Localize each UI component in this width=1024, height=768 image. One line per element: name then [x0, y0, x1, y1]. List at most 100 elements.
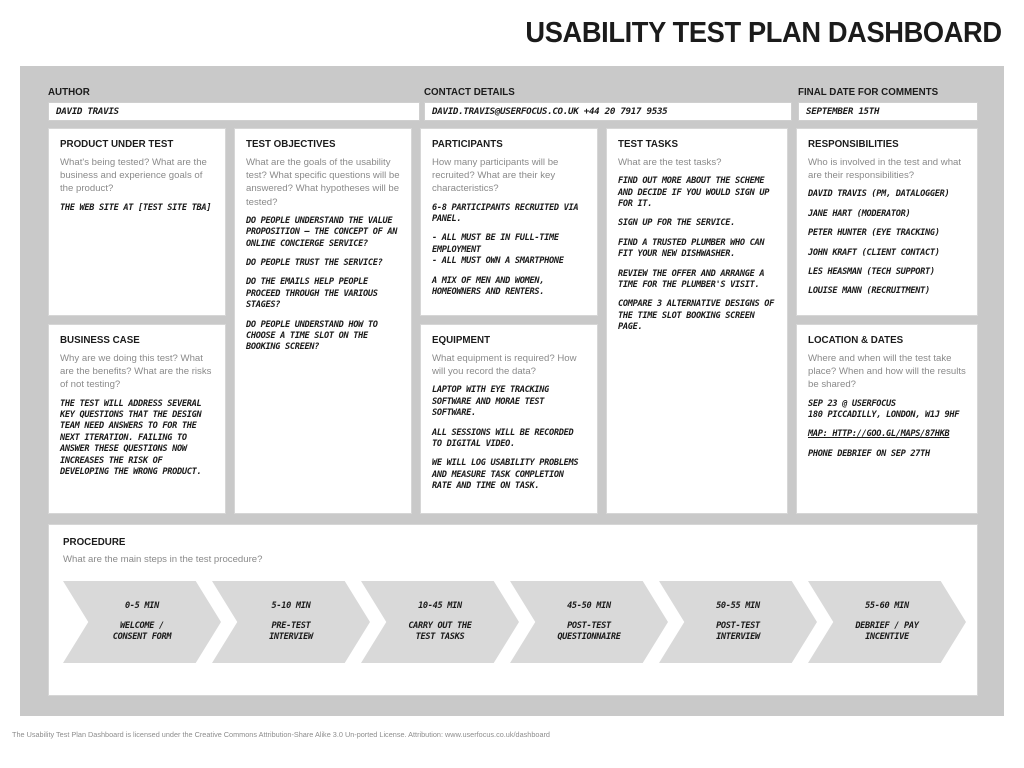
card-title: PARTICIPANTS	[432, 138, 503, 150]
card-answers: DO PEOPLE UNDERSTAND THE VALUE PROPOSITI…	[246, 216, 400, 354]
answer-line: DO PEOPLE TRUST THE SERVICE?	[246, 258, 383, 269]
contact-input[interactable]: DAVID.TRAVIS@USERFOCUS.CO.UK +44 20 7917…	[424, 102, 792, 121]
answer-line: DAVID TRAVIS (PM, DATALOGGER)	[808, 189, 950, 200]
identity-row: AUTHOR DAVID TRAVIS CONTACT DETAILS DAVI…	[20, 66, 1004, 122]
card-prompt: Why are we doing this test? What are the…	[60, 353, 212, 391]
procedure-step[interactable]: 45-50 MIN POST-TEST QUESTIONNAIRE	[510, 581, 668, 663]
card-test-objectives[interactable]: TEST OBJECTIVES What are the goals of th…	[234, 128, 412, 514]
contact-label: CONTACT DETAILS	[424, 86, 515, 98]
card-title: TEST TASKS	[618, 138, 679, 150]
final-date-input[interactable]: SEPTEMBER 15TH	[798, 102, 978, 121]
contact-value: DAVID.TRAVIS@USERFOCUS.CO.UK +44 20 7917…	[432, 106, 668, 117]
card-responsibilities[interactable]: RESPONSIBILITIES Who is involved in the …	[796, 128, 978, 316]
answer-link[interactable]: MAP: HTTP://GOO.GL/MAPS/87HKB	[808, 429, 966, 440]
answer-line: FIND OUT MORE ABOUT THE SCHEME AND DECID…	[618, 176, 770, 210]
answer-line: DO PEOPLE UNDERSTAND HOW TO CHOOSE A TIM…	[246, 319, 378, 353]
final-date-label: FINAL DATE FOR COMMENTS	[798, 86, 939, 98]
card-prompt: Where and when will the test take place?…	[808, 353, 966, 391]
answer-line: A MIX OF MEN AND WOMEN, HOMEOWNERS AND R…	[432, 275, 545, 298]
answer-line: LAPTOP WITH EYE TRACKING SOFTWARE AND MO…	[432, 385, 549, 419]
column-product: PRODUCT UNDER TEST What's being tested? …	[48, 128, 226, 514]
answer-line: WE WILL LOG USABILITY PROBLEMS AND MEASU…	[432, 458, 579, 492]
answer-line: PETER HUNTER (EYE TRACKING)	[808, 228, 940, 239]
card-prompt: How many participants will be recruited?…	[432, 157, 559, 195]
answer-line: PHONE DEBRIEF ON SEP 27TH	[808, 448, 930, 459]
step-label: CARRY OUT THE TEST TASKS	[408, 620, 472, 643]
author-label: AUTHOR	[48, 86, 90, 98]
card-equipment[interactable]: EQUIPMENT What equipment is required? Ho…	[420, 324, 598, 514]
step-time: 50-55 MIN	[716, 600, 760, 611]
column-responsibilities: RESPONSIBILITIES Who is involved in the …	[796, 128, 978, 514]
card-prompt: Who is involved in the test and what are…	[808, 157, 962, 182]
card-title: TEST OBJECTIVES	[246, 138, 336, 150]
step-time: 5-10 MIN	[271, 600, 311, 611]
card-test-tasks[interactable]: TEST TASKS What are the test tasks? FIND…	[606, 128, 788, 514]
answer-line: THE TEST WILL ADDRESS SEVERAL KEY QUESTI…	[60, 398, 202, 478]
card-answers: FIND OUT MORE ABOUT THE SCHEME AND DECID…	[618, 176, 776, 333]
author-input[interactable]: DAVID TRAVIS	[48, 102, 420, 121]
step-time: 10-45 MIN	[418, 600, 462, 611]
answer-line: SIGN UP FOR THE SERVICE.	[618, 218, 735, 229]
answer-line: REVIEW THE OFFER AND ARRANGE A TIME FOR …	[618, 268, 765, 291]
card-prompt: What are the goals of the usability test…	[246, 157, 400, 208]
procedure-step[interactable]: 5-10 MIN PRE-TEST INTERVIEW	[212, 581, 370, 663]
card-business-case[interactable]: BUSINESS CASE Why are we doing this test…	[48, 324, 226, 514]
answer-line: JOHN KRAFT (CLIENT CONTACT)	[808, 247, 940, 258]
step-time: 55-60 MIN	[865, 600, 909, 611]
step-label: WELCOME / CONSENT FORM	[112, 620, 172, 643]
final-date-value: SEPTEMBER 15TH	[806, 106, 880, 117]
card-answers: SEP 23 @ USERFOCUS 180 PICCADILLY, LONDO…	[808, 399, 966, 461]
answer-line: 6-8 PARTICIPANTS RECRUITED VIA PANEL.	[432, 202, 579, 225]
card-grid: PRODUCT UNDER TEST What's being tested? …	[48, 128, 978, 514]
step-label: POST-TEST INTERVIEW	[716, 620, 760, 643]
step-time: 45-50 MIN	[567, 600, 611, 611]
step-time: 0-5 MIN	[124, 600, 160, 611]
card-title: RESPONSIBILITIES	[808, 138, 899, 150]
card-title: PRODUCT UNDER TEST	[60, 138, 174, 150]
author-field-block: AUTHOR DAVID TRAVIS	[48, 86, 420, 121]
page-title: USABILITY TEST PLAN DASHBOARD	[525, 16, 1003, 49]
procedure-step[interactable]: 55-60 MIN DEBRIEF / PAY INCENTIVE	[808, 581, 966, 663]
contact-field-block: CONTACT DETAILS DAVID.TRAVIS@USERFOCUS.C…	[424, 86, 792, 121]
card-prompt: What are the test tasks?	[618, 157, 722, 168]
column-objectives: TEST OBJECTIVES What are the goals of th…	[234, 128, 412, 514]
card-title: EQUIPMENT	[432, 334, 491, 346]
answer-line: COMPARE 3 ALTERNATIVE DESIGNS OF THE TIM…	[618, 299, 774, 333]
card-location-dates[interactable]: LOCATION & DATES Where and when will the…	[796, 324, 978, 514]
card-prompt: What's being tested? What are the busine…	[60, 157, 207, 195]
procedure-step[interactable]: 10-45 MIN CARRY OUT THE TEST TASKS	[361, 581, 519, 663]
step-label: POST-TEST QUESTIONNAIRE	[557, 620, 621, 643]
card-participants[interactable]: PARTICIPANTS How many participants will …	[420, 128, 598, 316]
answer-line: LES HEASMAN (TECH SUPPORT)	[808, 267, 935, 278]
answer-line: - ALL MUST BE IN FULL-TIME EMPLOYMENT - …	[432, 233, 564, 267]
answer-line: LOUISE MANN (RECRUITMENT)	[808, 286, 930, 297]
answer-line: ALL SESSIONS WILL BE RECORDED TO DIGITAL…	[432, 427, 574, 450]
card-answers: THE WEB SITE AT [TEST SITE TBA]	[60, 203, 214, 214]
title-bar: USABILITY TEST PLAN DASHBOARD	[0, 0, 1024, 66]
procedure-title: PROCEDURE	[63, 536, 126, 548]
card-answers: LAPTOP WITH EYE TRACKING SOFTWARE AND MO…	[432, 385, 586, 492]
answer-line: THE WEB SITE AT [TEST SITE TBA]	[60, 202, 212, 213]
answer-line: SEP 23 @ USERFOCUS 180 PICCADILLY, LONDO…	[808, 398, 960, 421]
procedure-prompt: What are the main steps in the test proc…	[63, 554, 263, 565]
step-label: PRE-TEST INTERVIEW	[269, 620, 313, 643]
step-label: DEBRIEF / PAY INCENTIVE	[855, 620, 919, 643]
answer-line: DO THE EMAILS HELP PEOPLE PROCEED THROUG…	[246, 277, 378, 311]
card-title: BUSINESS CASE	[60, 334, 140, 346]
card-product-under-test[interactable]: PRODUCT UNDER TEST What's being tested? …	[48, 128, 226, 316]
card-answers: DAVID TRAVIS (PM, DATALOGGER) JANE HART (…	[808, 189, 966, 297]
answer-line: JANE HART (MODERATOR)	[808, 208, 911, 219]
final-date-field-block: FINAL DATE FOR COMMENTS SEPTEMBER 15TH	[798, 86, 978, 121]
card-procedure: PROCEDURE What are the main steps in the…	[48, 524, 978, 696]
card-prompt: What equipment is required? How will you…	[432, 353, 577, 378]
column-participants: PARTICIPANTS How many participants will …	[420, 128, 598, 514]
answer-line: DO PEOPLE UNDERSTAND THE VALUE PROPOSITI…	[246, 215, 398, 249]
dashboard-panel: AUTHOR DAVID TRAVIS CONTACT DETAILS DAVI…	[20, 66, 1004, 716]
procedure-step[interactable]: 0-5 MIN WELCOME / CONSENT FORM	[63, 581, 221, 663]
dashboard-page: USABILITY TEST PLAN DASHBOARD AUTHOR DAV…	[0, 0, 1024, 768]
procedure-step[interactable]: 50-55 MIN POST-TEST INTERVIEW	[659, 581, 817, 663]
card-answers: 6-8 PARTICIPANTS RECRUITED VIA PANEL. - A…	[432, 203, 586, 299]
procedure-steps: 0-5 MIN WELCOME / CONSENT FORM 5-10 MIN PRE…	[63, 581, 966, 663]
license-footer: The Usability Test Plan Dashboard is lic…	[12, 730, 550, 739]
answer-line: FIND A TRUSTED PLUMBER WHO CAN FIT YOUR …	[618, 237, 765, 260]
